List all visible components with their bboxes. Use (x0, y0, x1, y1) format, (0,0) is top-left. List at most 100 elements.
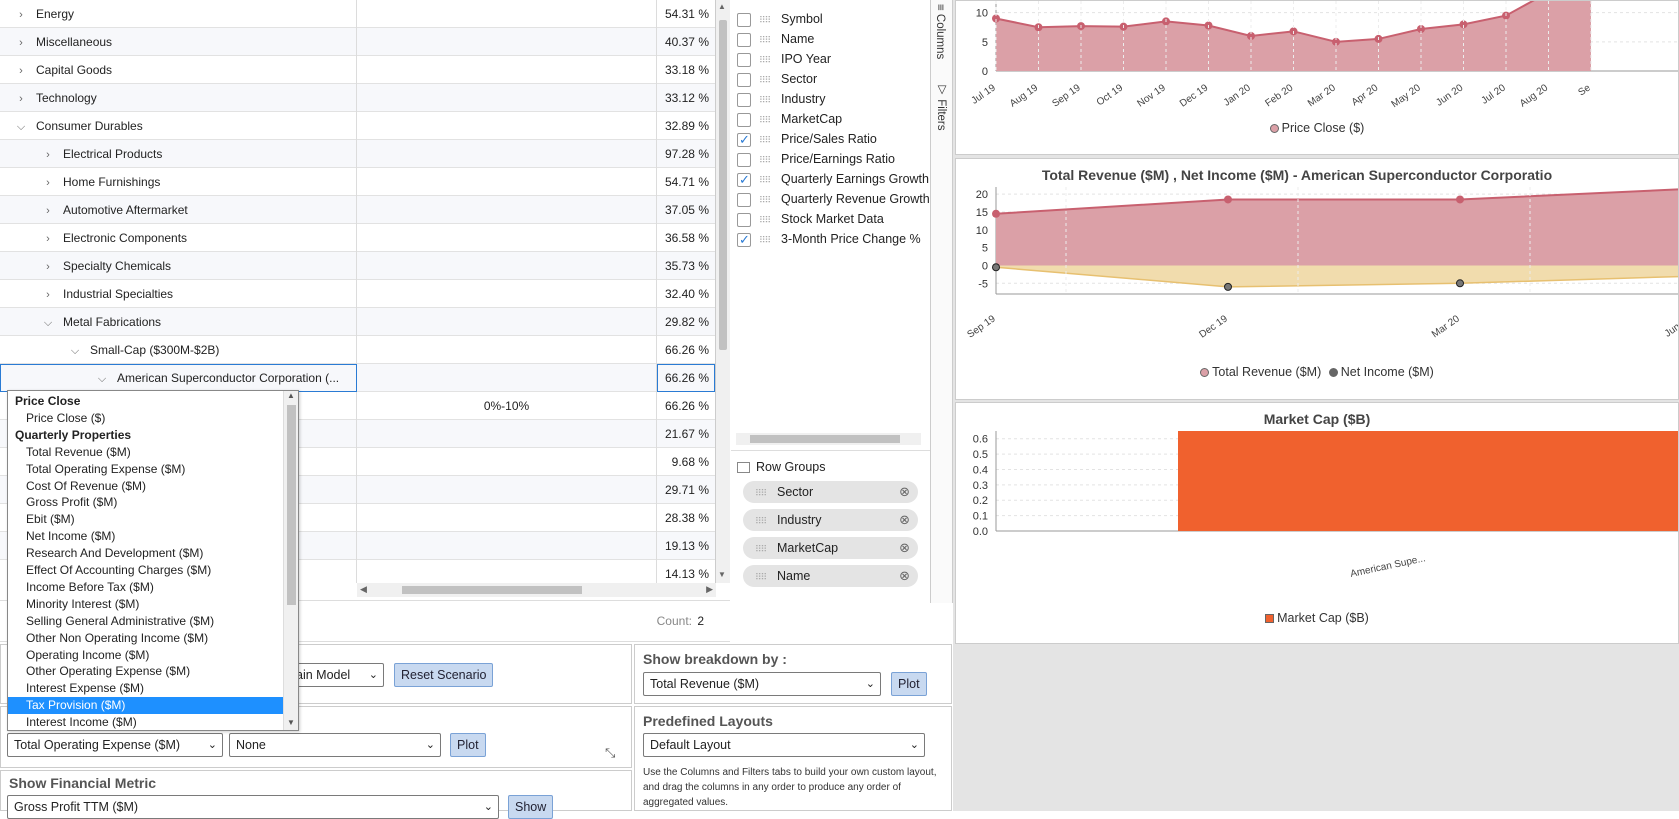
chevron-right-icon[interactable]: › (14, 85, 28, 112)
table-row[interactable]: ⌵ American Superconductor Corporation (..… (0, 364, 715, 392)
group-cell[interactable]: ⌵ Small-Cap ($300M-$2B) (0, 336, 357, 364)
group-cell[interactable]: ⌵ Metal Fabrications (0, 308, 357, 336)
dropdown-option[interactable]: Minority Interest ($M) (8, 596, 283, 613)
column-item[interactable]: ⠿⠿ Price/Earnings Ratio (737, 149, 895, 169)
dropdown-option[interactable]: Interest Expense ($M) (8, 680, 283, 697)
column-checkbox[interactable] (737, 92, 751, 107)
dropdown-option[interactable]: Total Revenue ($M) (8, 444, 283, 461)
model-select[interactable]: ain Model ⌄ (289, 663, 384, 687)
chevron-right-icon[interactable]: › (14, 29, 28, 56)
drag-handle-icon[interactable]: ⠿⠿ (759, 230, 771, 250)
chevron-down-icon[interactable]: ⌵ (14, 113, 28, 140)
scroll-up-icon[interactable]: ▲ (718, 2, 726, 11)
drag-handle-icon[interactable]: ⠿⠿ (755, 566, 767, 588)
drag-handle-icon[interactable]: ⠿⠿ (759, 190, 771, 210)
remove-icon[interactable]: ⊗ (899, 481, 910, 503)
drag-handle-icon[interactable]: ⠿⠿ (759, 210, 771, 230)
group-cell[interactable]: ⌵ Consumer Durables (0, 112, 357, 140)
chevron-down-icon[interactable]: ⌵ (68, 337, 82, 364)
resize-icon[interactable]: ⤡ (605, 745, 615, 761)
group-cell[interactable]: › Electrical Products (0, 140, 357, 168)
layout-select[interactable]: Default Layout ⌄ (643, 733, 925, 757)
columns-horizontal-scrollbar[interactable] (736, 433, 921, 445)
table-row[interactable]: › Miscellaneous 40.37 % (0, 28, 715, 56)
drag-handle-icon[interactable]: ⠿⠿ (759, 130, 771, 150)
drag-handle-icon[interactable]: ⠿⠿ (755, 510, 767, 532)
chevron-down-icon[interactable]: ⌵ (95, 365, 109, 392)
column-checkbox[interactable] (737, 192, 751, 207)
dropdown-option[interactable]: Net Income ($M) (8, 528, 283, 545)
row-group-chip[interactable]: ⠿⠿ Name ⊗ (743, 565, 918, 587)
show-button[interactable]: Show (508, 795, 554, 819)
dropdown-option[interactable]: Other Non Operating Income ($M) (8, 630, 283, 647)
group-cell[interactable]: › Energy (0, 0, 357, 28)
table-row[interactable]: › Automotive Aftermarket 37.05 % (0, 196, 715, 224)
drag-handle-icon[interactable]: ⠿⠿ (759, 10, 771, 30)
column-item[interactable]: ⠿⠿ Symbol (737, 9, 823, 29)
scroll-left-icon[interactable]: ◀ (360, 584, 367, 595)
scroll-right-icon[interactable]: ▶ (706, 584, 713, 595)
chevron-right-icon[interactable]: › (41, 197, 55, 224)
revenue-point[interactable] (1224, 195, 1232, 204)
drag-handle-icon[interactable]: ⠿⠿ (755, 482, 767, 504)
column-item[interactable]: ⠿⠿ Sector (737, 69, 817, 89)
revenue-chart-legend[interactable]: Total Revenue ($M) Net Income ($M) (956, 365, 1678, 379)
dropdown-option[interactable]: Income Before Tax ($M) (8, 579, 283, 596)
dropdown-option[interactable]: Interest Income ($M) (8, 714, 283, 730)
breakdown-select[interactable]: Total Revenue ($M) ⌄ (643, 672, 881, 696)
scroll-down-icon[interactable]: ▼ (718, 570, 726, 579)
dropdown-option[interactable]: Tax Provision ($M) (8, 697, 283, 715)
chevron-right-icon[interactable]: › (41, 225, 55, 252)
group-cell[interactable]: › Industrial Specialties (0, 280, 357, 308)
column-checkbox[interactable] (737, 32, 751, 47)
group-cell[interactable]: › Capital Goods (0, 56, 357, 84)
grid-horizontal-scrollbar[interactable]: ◀ ▶ (357, 583, 716, 597)
chevron-right-icon[interactable]: › (14, 57, 28, 84)
table-row[interactable]: › Industrial Specialties 32.40 % (0, 280, 715, 308)
dropdown-option[interactable]: Effect Of Accounting Charges ($M) (8, 562, 283, 579)
drag-handle-icon[interactable]: ⠿⠿ (759, 90, 771, 110)
column-item[interactable]: ⠿⠿ Name (737, 29, 814, 49)
table-row[interactable]: › Specialty Chemicals 35.73 % (0, 252, 715, 280)
column-checkbox[interactable] (737, 12, 751, 27)
row-group-chip[interactable]: ⠿⠿ MarketCap ⊗ (743, 537, 918, 559)
table-row[interactable]: ⌵ Consumer Durables 32.89 % (0, 112, 715, 140)
column-checkbox[interactable] (737, 170, 751, 190)
group-cell[interactable]: › Technology (0, 84, 357, 112)
grid-vertical-scrollbar[interactable]: ▲ ▼ (716, 0, 730, 583)
column-checkbox[interactable] (737, 112, 751, 127)
column-checkbox[interactable] (737, 130, 751, 150)
group-cell[interactable]: ⌵ American Superconductor Corporation (..… (0, 364, 357, 392)
income-point[interactable] (992, 263, 1000, 272)
scroll-thumb[interactable] (719, 20, 727, 350)
group-cell[interactable]: › Miscellaneous (0, 28, 357, 56)
remove-icon[interactable]: ⊗ (899, 537, 910, 559)
table-row[interactable]: ⌵ Small-Cap ($300M-$2B) 66.26 % (0, 336, 715, 364)
remove-icon[interactable]: ⊗ (899, 509, 910, 531)
marketcap-chart-legend[interactable]: Market Cap ($B) (956, 611, 1678, 625)
column-checkbox[interactable] (737, 52, 751, 67)
revenue-point[interactable] (1456, 195, 1464, 204)
scroll-down-icon[interactable]: ▼ (287, 718, 295, 727)
chevron-right-icon[interactable]: › (41, 281, 55, 308)
chevron-right-icon[interactable]: › (41, 141, 55, 168)
chevron-right-icon[interactable]: › (41, 169, 55, 196)
marketcap-bar[interactable] (1178, 431, 1679, 531)
group-cell[interactable]: › Specialty Chemicals (0, 252, 357, 280)
group-cell[interactable]: › Home Furnishings (0, 168, 357, 196)
dropdown-option[interactable]: Gross Profit ($M) (8, 494, 283, 511)
group-cell[interactable]: › Electronic Components (0, 224, 357, 252)
tab-columns[interactable]: ≡ Columns (934, 4, 946, 59)
table-row[interactable]: ⌵ Metal Fabrications 29.82 % (0, 308, 715, 336)
metric-dropdown-list[interactable]: Price Close Price Close ($) Quarterly Prop… (7, 390, 299, 731)
column-item[interactable]: ⠿⠿ 3-Month Price Change % (737, 229, 921, 250)
metric-select[interactable]: Total Operating Expense ($M) ⌄ (7, 733, 223, 757)
income-point[interactable] (1224, 282, 1232, 291)
row-group-chip[interactable]: ⠿⠿ Sector ⊗ (743, 481, 918, 503)
dropdown-scrollbar[interactable]: ▲ ▼ (283, 391, 298, 730)
drag-handle-icon[interactable]: ⠿⠿ (759, 150, 771, 170)
table-row[interactable]: › Capital Goods 33.18 % (0, 56, 715, 84)
table-row[interactable]: › Energy 54.31 % (0, 0, 715, 28)
dropdown-option[interactable]: Other Operating Expense ($M) (8, 663, 283, 680)
drag-handle-icon[interactable]: ⠿⠿ (759, 30, 771, 50)
